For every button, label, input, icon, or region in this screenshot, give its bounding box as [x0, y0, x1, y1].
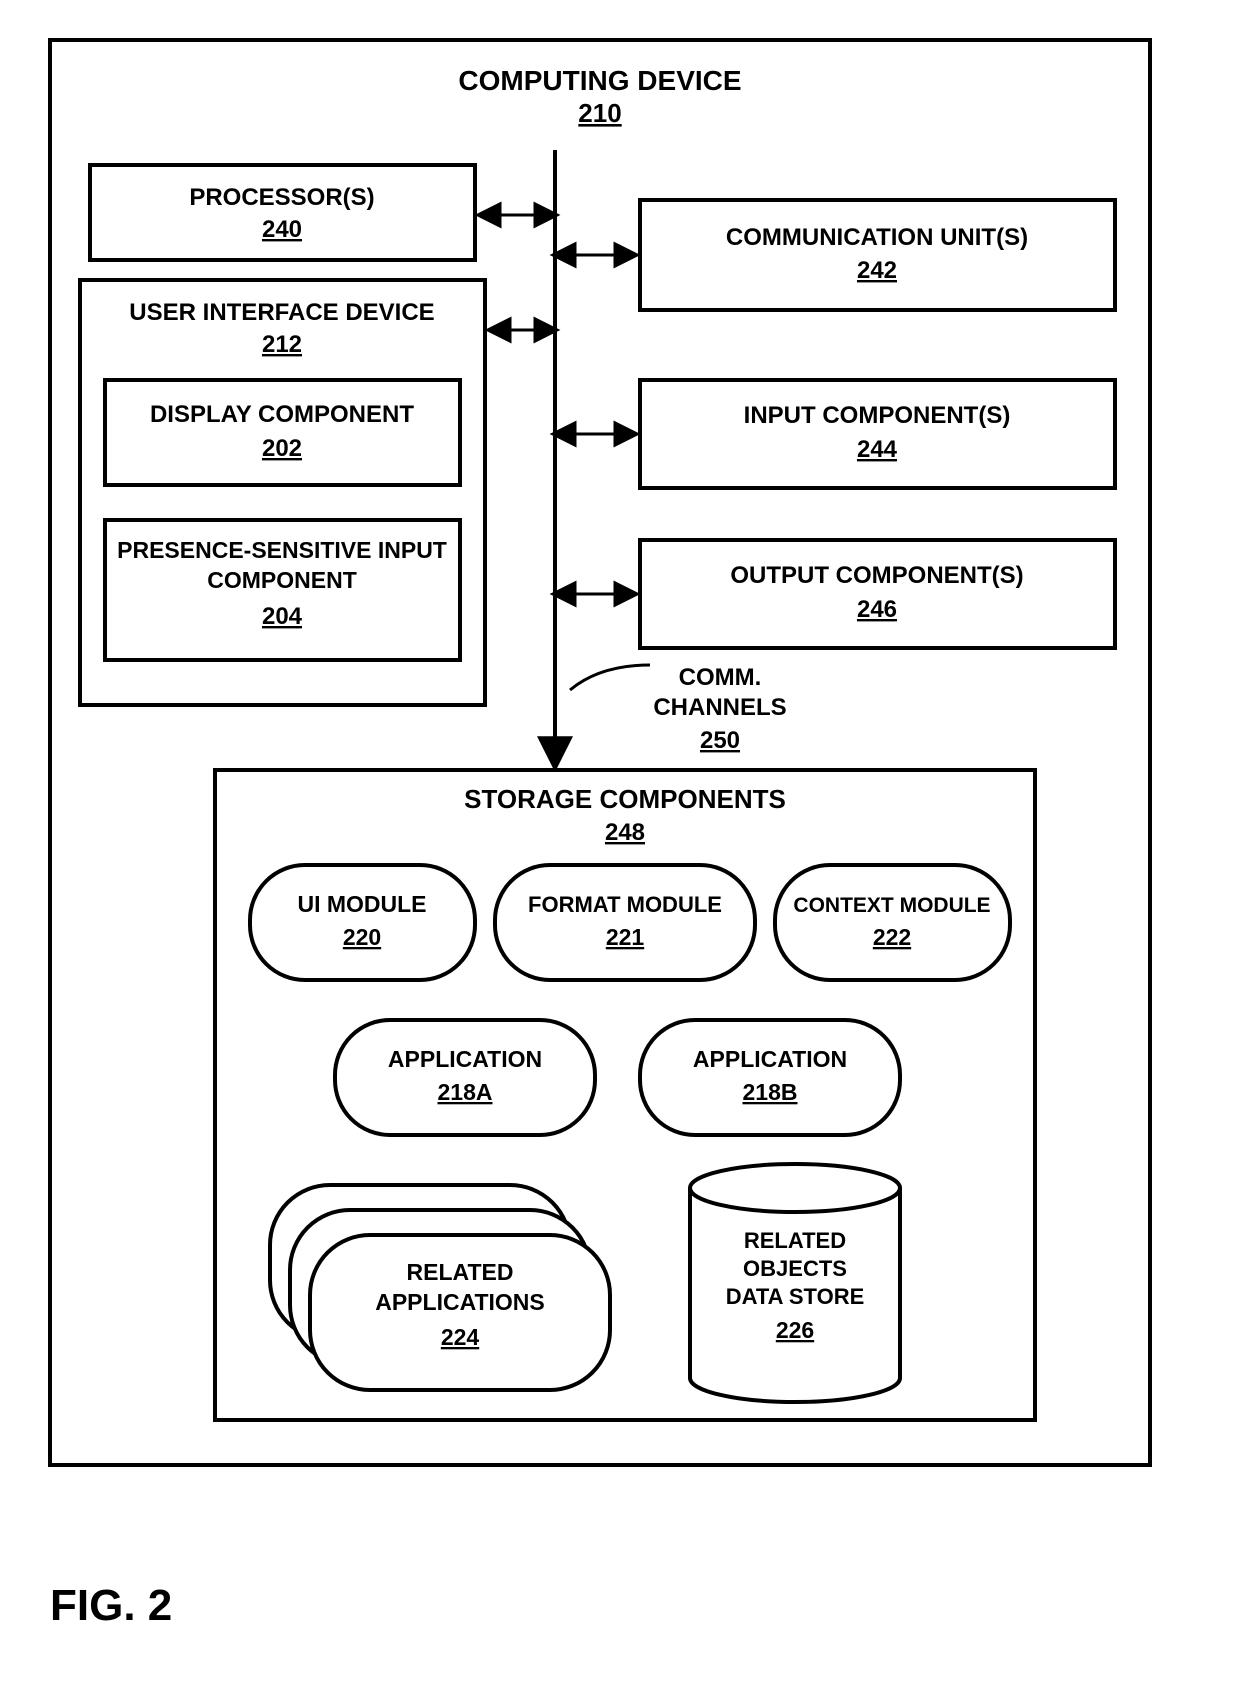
format-module-pill	[495, 865, 755, 980]
diagram-canvas: COMPUTING DEVICE 210 PROCESSOR(S) 240 US…	[0, 0, 1240, 1708]
application-b-pill	[640, 1020, 900, 1135]
application-a-pill	[335, 1020, 595, 1135]
format-module-ref: 221	[606, 924, 645, 950]
comm-channels-leader	[570, 665, 650, 690]
uid-title: USER INTERFACE DEVICE	[129, 299, 434, 326]
output-components-box	[640, 540, 1115, 648]
ps-input-title1: PRESENCE-SENSITIVE INPUT	[117, 537, 447, 563]
ui-module-title: UI MODULE	[297, 891, 426, 917]
data-store-title3: DATA STORE	[726, 1284, 865, 1309]
ui-module-pill	[250, 865, 475, 980]
display-component-title: DISPLAY COMPONENT	[150, 401, 414, 428]
figure-caption: FIG. 2	[50, 1581, 172, 1630]
data-store-title2: OBJECTS	[743, 1256, 847, 1281]
comm-channels-label2: CHANNELS	[653, 694, 786, 721]
computing-device-title: COMPUTING DEVICE	[458, 65, 741, 96]
data-store-ref: 226	[776, 1317, 814, 1343]
related-apps-title2: APPLICATIONS	[375, 1289, 545, 1315]
storage-title: STORAGE COMPONENTS	[464, 784, 786, 814]
data-store-cylinder	[690, 1164, 900, 1402]
comm-units-title: COMMUNICATION UNIT(S)	[726, 224, 1028, 251]
display-component-box	[105, 380, 460, 485]
display-component-ref: 202	[262, 435, 302, 462]
data-store-title1: RELATED	[744, 1228, 846, 1253]
ui-module-ref: 220	[343, 924, 381, 950]
input-components-title: INPUT COMPONENT(S)	[744, 402, 1011, 429]
computing-device-ref: 210	[578, 98, 621, 128]
application-b-ref: 218B	[743, 1079, 798, 1105]
processor-ref: 240	[262, 216, 302, 243]
output-components-title: OUTPUT COMPONENT(S)	[730, 562, 1023, 589]
uid-ref: 212	[262, 331, 302, 358]
ps-input-title2: COMPONENT	[207, 567, 357, 593]
related-apps-ref: 224	[441, 1324, 480, 1350]
ps-input-ref: 204	[262, 603, 303, 630]
related-apps-title1: RELATED	[407, 1259, 514, 1285]
format-module-title: FORMAT MODULE	[528, 892, 722, 917]
context-module-title: CONTEXT MODULE	[793, 894, 990, 917]
input-components-ref: 244	[857, 436, 898, 463]
context-module-pill	[775, 865, 1010, 980]
input-components-box	[640, 380, 1115, 488]
processor-title: PROCESSOR(S)	[189, 184, 374, 211]
comm-units-ref: 242	[857, 257, 897, 284]
application-b-title: APPLICATION	[693, 1046, 847, 1072]
context-module-ref: 222	[873, 924, 911, 950]
comm-channels-ref: 250	[700, 727, 740, 754]
storage-ref: 248	[605, 819, 645, 846]
application-a-title: APPLICATION	[388, 1046, 542, 1072]
comm-channels-label1: COMM.	[679, 664, 762, 691]
comm-units-box	[640, 200, 1115, 310]
output-components-ref: 246	[857, 596, 897, 623]
application-a-ref: 218A	[438, 1079, 493, 1105]
processor-box	[90, 165, 475, 260]
